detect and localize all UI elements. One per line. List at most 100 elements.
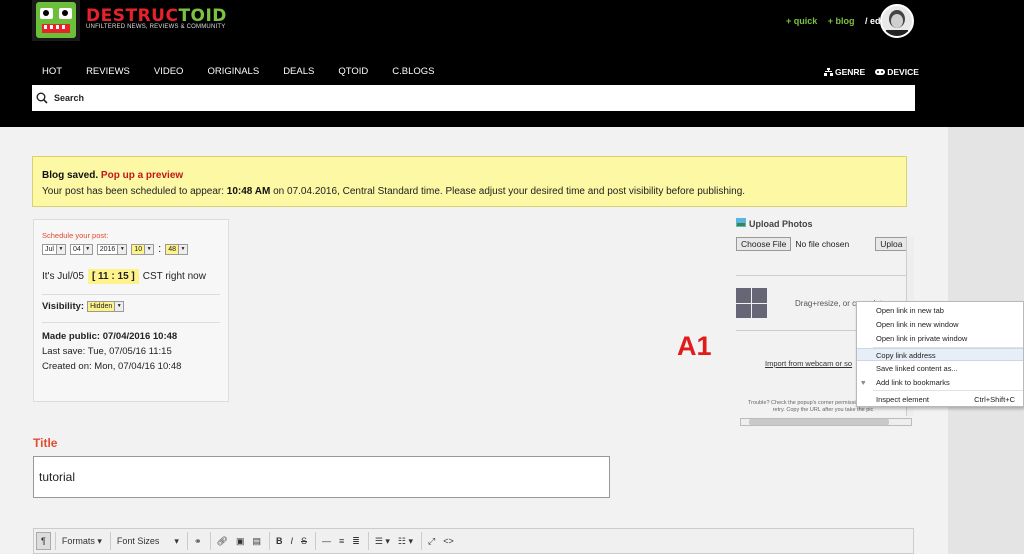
image-icon[interactable]: ▣: [232, 532, 249, 550]
device-label: DEVICE: [887, 67, 919, 77]
choose-file-button[interactable]: Choose File: [736, 237, 792, 251]
title-input[interactable]: tutorial: [33, 456, 610, 498]
year-value: 2016: [99, 245, 116, 253]
source-code-icon[interactable]: <>: [439, 532, 458, 550]
fullscreen-icon[interactable]: ⤢: [421, 532, 439, 550]
minute-value: 48: [168, 245, 176, 253]
paragraph-icon[interactable]: ¶: [36, 532, 51, 550]
context-menu: Open link in new tab Open link in new wi…: [856, 301, 1024, 407]
divider: [42, 294, 220, 295]
menu-item-open-new-window[interactable]: Open link in new window: [857, 318, 1023, 331]
chevron-down-icon: ▼: [117, 244, 127, 254]
nav-item-originals[interactable]: ORIGINALS: [207, 66, 259, 77]
visibility-row: Visibility: Hidden ▼: [42, 301, 220, 312]
blog-saved-notice: Blog saved. Pop up a preview Your post h…: [32, 156, 907, 207]
logo-mascot-icon[interactable]: [32, 0, 80, 41]
media-icon[interactable]: ▤: [248, 532, 265, 550]
nav-item-deals[interactable]: DEALS: [283, 66, 314, 77]
editor-toolbar: ¶ Formats ▾ Font Sizes ▾ ⚭ 🔗︎ ▣ ▤ B I S …: [33, 528, 914, 554]
visibility-select[interactable]: Hidden ▼: [87, 301, 125, 312]
hour-select[interactable]: 10 ▼: [131, 243, 155, 255]
site-logo[interactable]: DESTRUCTOID: [86, 6, 227, 26]
last-save-row: Last save: Tue, 07/05/16 11:15: [42, 346, 172, 357]
year-select[interactable]: 2016 ▼: [96, 243, 128, 255]
search-icon: [36, 92, 48, 104]
file-row: Choose File No file chosen Uploa: [736, 237, 916, 251]
bold-icon[interactable]: B: [268, 532, 287, 550]
horizontal-rule-icon[interactable]: —: [315, 532, 335, 550]
site-header: DESTRUCTOID UNFILTERED NEWS, REVIEWS & C…: [0, 0, 1024, 127]
chevron-down-icon: ▼: [82, 244, 92, 254]
import-webcam-link[interactable]: Import from webcam or so: [765, 359, 852, 368]
created-on-row: Created on: Mon, 07/04/16 10:48: [42, 361, 182, 372]
menu-item-open-private-window[interactable]: Open link in private window: [857, 332, 1023, 345]
divider: [736, 275, 912, 276]
notice-saved-text: Blog saved.: [42, 170, 99, 181]
sitemap-icon: [824, 68, 833, 76]
align-right-icon[interactable]: ≣: [348, 532, 364, 550]
photo-icon: [736, 218, 746, 229]
popup-preview-link[interactable]: Pop up a preview: [101, 170, 183, 181]
user-avatar[interactable]: [880, 4, 914, 38]
upload-button[interactable]: Uploa: [875, 237, 908, 251]
menu-separator: [873, 390, 1023, 391]
no-file-text: No file chosen: [795, 239, 850, 249]
strikethrough-icon[interactable]: S: [297, 532, 311, 550]
formats-label: Formats: [61, 536, 95, 546]
notice-message-b: on 07.04.2016, Central Standard time. Pl…: [273, 186, 746, 197]
nav-item-qtoid[interactable]: QTOID: [338, 66, 368, 77]
time-colon: :: [158, 243, 162, 255]
search-bar[interactable]: Search: [32, 85, 915, 111]
logo-word-destruc: DESTRUC: [86, 6, 179, 26]
logo-word-toid: TOID: [178, 6, 227, 26]
menu-item-inspect-element[interactable]: Inspect element Ctrl+Shift+C: [857, 393, 1023, 406]
nav-right: GENRE DEVICE: [824, 67, 919, 77]
annotation-label: A1: [677, 331, 712, 361]
menu-item-save-linked-content[interactable]: Save linked content as...: [857, 362, 1023, 375]
gamepad-icon: [875, 69, 886, 75]
main-nav: HOT REVIEWS VIDEO ORIGINALS DEALS QTOID …: [42, 66, 459, 77]
nav-item-cblogs[interactable]: C.BLOGS: [392, 66, 434, 77]
nav-item-hot[interactable]: HOT: [42, 66, 62, 77]
menu-item-copy-link-address[interactable]: Copy link address: [857, 348, 1023, 361]
title-label: Title: [33, 436, 58, 450]
made-public-label: Made public:: [42, 331, 101, 342]
italic-icon[interactable]: I: [286, 532, 297, 550]
inspect-shortcut: Ctrl+Shift+C: [974, 395, 1015, 404]
chevron-down-icon: ▼: [177, 244, 187, 254]
minute-select[interactable]: 48 ▼: [165, 243, 188, 255]
link-icon[interactable]: 🔗︎: [209, 532, 232, 550]
notice-time: 10:48 AM: [226, 186, 271, 197]
chevron-down-icon: ▼: [55, 244, 65, 254]
bullet-list-icon[interactable]: ☰ ▾: [367, 532, 394, 550]
numbered-list-icon[interactable]: ☷ ▾: [394, 532, 417, 550]
divider: [42, 322, 220, 323]
menu-item-open-new-tab[interactable]: Open link in new tab: [857, 304, 1023, 317]
genre-menu[interactable]: GENRE: [824, 67, 865, 77]
day-value: 04: [72, 245, 81, 253]
upload-title: Upload Photos: [736, 218, 916, 229]
scrollbar-thumb[interactable]: [749, 419, 889, 425]
made-public-value: 07/04/2016 10:48: [102, 331, 178, 342]
device-menu[interactable]: DEVICE: [875, 67, 919, 77]
formats-dropdown[interactable]: Formats ▾: [54, 532, 106, 550]
menu-item-add-to-bookmarks[interactable]: ♥ Add link to bookmarks: [857, 376, 1023, 389]
font-sizes-dropdown[interactable]: Font Sizes ▾: [109, 532, 183, 550]
blog-post-link[interactable]: + blog: [828, 16, 855, 26]
photo-thumbnail[interactable]: [736, 288, 767, 318]
quick-post-link[interactable]: + quick: [786, 16, 817, 26]
now-prefix: It's Jul/05: [42, 271, 84, 282]
day-select[interactable]: 04 ▼: [69, 243, 93, 255]
nav-item-reviews[interactable]: REVIEWS: [86, 66, 130, 77]
chevron-down-icon: ▼: [144, 244, 154, 254]
chevron-down-icon: ▼: [114, 302, 124, 311]
horizontal-scrollbar[interactable]: [740, 418, 912, 426]
nav-item-video[interactable]: VIDEO: [154, 66, 184, 77]
find-icon[interactable]: ⚭: [186, 532, 206, 550]
menu-item-inspect-element-label: Inspect element: [876, 395, 929, 404]
site-tagline: UNFILTERED NEWS, REVIEWS & COMMUNITY: [86, 24, 226, 30]
align-center-icon[interactable]: ≡: [335, 532, 348, 550]
month-select[interactable]: Jul ▼: [42, 243, 66, 255]
search-label: Search: [54, 93, 85, 103]
schedule-label: Schedule your post:: [42, 231, 109, 240]
